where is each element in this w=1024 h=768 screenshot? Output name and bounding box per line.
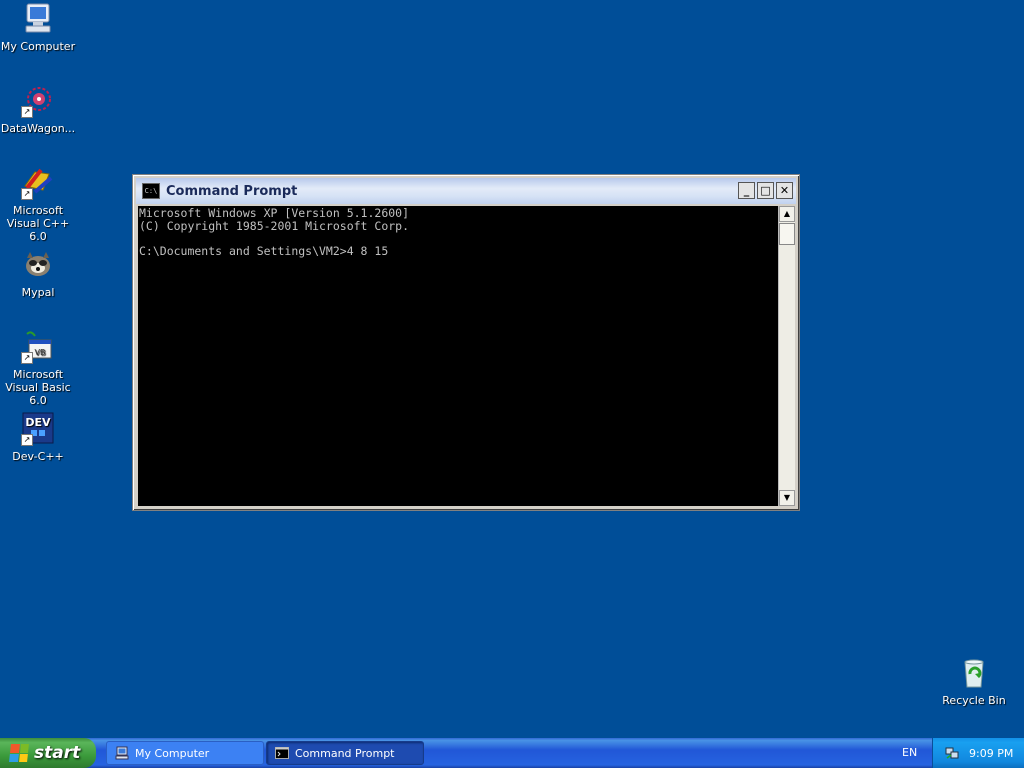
minimize-button[interactable]: _ <box>738 182 755 199</box>
window-title: Command Prompt <box>166 183 298 199</box>
windows-logo-icon <box>9 744 29 762</box>
desktop-icon-label: Recycle Bin <box>942 694 1006 707</box>
desktop-icon-visual-basic[interactable]: VB ↗ Microsoft Visual Basic 6.0 <box>0 330 78 407</box>
scroll-up-icon[interactable]: ▲ <box>779 206 795 222</box>
clock[interactable]: 9:09 PM <box>969 747 1013 760</box>
command-prompt-icon: C:\ <box>142 183 160 199</box>
console-line: Microsoft Windows XP [Version 5.1.2600] <box>139 206 410 220</box>
system-tray: 9:09 PM <box>932 738 1024 768</box>
language-indicator[interactable]: EN <box>902 746 917 759</box>
desktop-icon-datawagon[interactable]: ↗ DataWagon... <box>0 84 78 135</box>
recycle-bin-icon <box>957 656 991 690</box>
datawagon-icon: ↗ <box>21 84 55 118</box>
taskbar-button-label: My Computer <box>135 746 210 760</box>
desktop-icon-label: Microsoft Visual C++ 6.0 <box>6 204 70 243</box>
shortcut-arrow-icon: ↗ <box>21 188 33 200</box>
visual-cpp-icon: ↗ <box>21 166 55 200</box>
scroll-down-icon[interactable]: ▼ <box>779 490 795 506</box>
desktop-icon-label: DataWagon... <box>0 122 76 135</box>
desktop-icon-my-computer[interactable]: My Computer <box>0 2 78 53</box>
window-controls: _ □ ✕ <box>738 182 793 199</box>
shortcut-arrow-icon: ↗ <box>21 106 33 118</box>
desktop-icon-recycle-bin[interactable]: Recycle Bin <box>934 656 1014 707</box>
console-output[interactable]: Microsoft Windows XP [Version 5.1.2600](… <box>138 206 778 506</box>
dev-cpp-icon: DEV ↗ <box>21 412 55 446</box>
vertical-scrollbar[interactable]: ▲ ▼ <box>778 206 795 506</box>
mypal-icon <box>21 248 55 282</box>
command-prompt-icon <box>275 747 289 759</box>
svg-text:VB: VB <box>35 348 46 357</box>
desktop-icon-label: Microsoft Visual Basic 6.0 <box>5 368 71 407</box>
svg-text:DEV: DEV <box>25 416 51 429</box>
desktop-icon-label: Dev-C++ <box>12 450 64 463</box>
command-prompt-window[interactable]: C:\ Command Prompt _ □ ✕ Microsoft Windo… <box>132 174 800 511</box>
desktop-icon-visual-cpp[interactable]: ↗ Microsoft Visual C++ 6.0 <box>0 166 78 243</box>
maximize-button[interactable]: □ <box>757 182 774 199</box>
console-line: (C) Copyright 1985-2001 Microsoft Corp. <box>139 218 410 233</box>
start-label: start <box>34 743 81 763</box>
taskbar-button-command-prompt[interactable]: Command Prompt <box>266 741 424 765</box>
shortcut-arrow-icon: ↗ <box>21 434 33 446</box>
network-icon[interactable] <box>945 746 959 760</box>
desktop-icon-label: Mypal <box>21 286 55 299</box>
my-computer-icon <box>115 746 129 760</box>
console-line: C:\Documents and Settings\VM2>4 8 15 <box>139 243 389 258</box>
desktop-icon-label: My Computer <box>0 40 76 53</box>
window-titlebar[interactable]: C:\ Command Prompt _ □ ✕ <box>136 178 796 204</box>
desktop-icon-mypal[interactable]: Mypal <box>0 248 78 299</box>
my-computer-icon <box>21 2 55 36</box>
desktop-icon-dev-cpp[interactable]: DEV ↗ Dev-C++ <box>0 412 78 463</box>
taskbar: start My Computer Command Prompt EN 9:09… <box>0 738 1024 768</box>
start-button[interactable]: start <box>0 738 96 768</box>
taskbar-button-my-computer[interactable]: My Computer <box>106 741 264 765</box>
scrollbar-thumb[interactable] <box>779 223 795 245</box>
shortcut-arrow-icon: ↗ <box>21 352 33 364</box>
taskbar-button-label: Command Prompt <box>295 746 395 760</box>
close-button[interactable]: ✕ <box>776 182 793 199</box>
visual-basic-icon: VB ↗ <box>21 330 55 364</box>
